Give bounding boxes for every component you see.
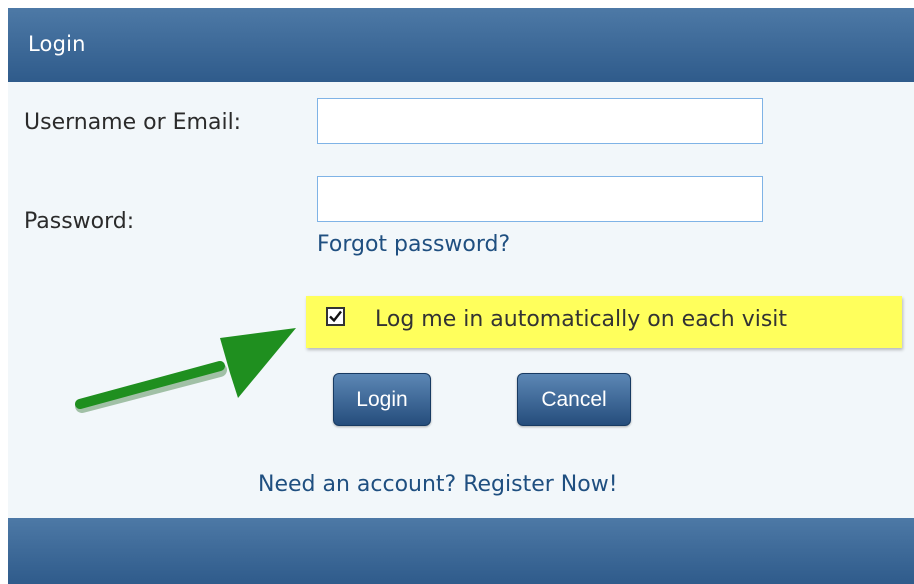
register-link[interactable]: Need an account? Register Now!	[258, 472, 618, 497]
login-button[interactable]: Login	[333, 373, 431, 426]
checkmark-icon	[329, 310, 342, 323]
password-input[interactable]	[317, 176, 763, 222]
username-label: Username or Email:	[24, 110, 242, 135]
cancel-button[interactable]: Cancel	[517, 373, 631, 426]
remember-checkbox[interactable]	[326, 307, 345, 326]
login-header: Login	[8, 8, 914, 82]
remember-label: Log me in automatically on each visit	[375, 307, 788, 332]
username-input[interactable]	[317, 98, 763, 144]
login-footer	[8, 518, 914, 584]
forgot-password-link[interactable]: Forgot password?	[317, 232, 510, 257]
green-arrow-icon	[75, 328, 296, 413]
password-label: Password:	[24, 209, 135, 234]
header-title: Login	[28, 32, 86, 56]
